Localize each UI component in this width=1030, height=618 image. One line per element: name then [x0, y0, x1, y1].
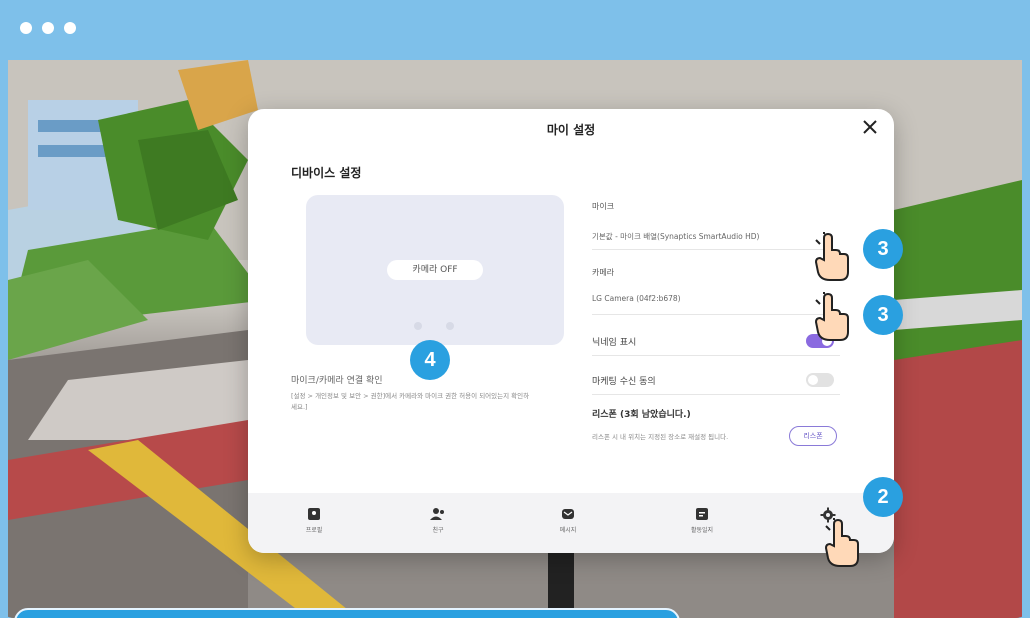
close-icon[interactable] — [862, 119, 878, 135]
connection-check-desc: [설정 > 개인정보 및 보안 > 권한]에서 카메라와 마이크 권한 허용이 … — [291, 392, 530, 411]
nav-label: 친구 — [432, 527, 444, 534]
caption-panel — [14, 608, 680, 618]
step-badge: 3 — [863, 295, 903, 335]
divider — [592, 249, 840, 250]
nav-profile[interactable]: 프로필 — [284, 507, 344, 534]
divider — [592, 314, 840, 315]
device-settings-title: 디바이스 설정 — [291, 166, 362, 180]
mic-camera-status-icon — [414, 322, 454, 330]
respawn-button[interactable]: 리스폰 — [789, 426, 837, 446]
nav-activity-log[interactable]: 활동일지 — [672, 507, 732, 534]
nav-label: 메시지 — [559, 527, 577, 534]
divider — [592, 394, 840, 395]
modal-title: 마이 설정 — [546, 123, 596, 137]
camera-select[interactable]: LG Camera (04f2:b678) — [592, 294, 681, 303]
window-dot — [20, 22, 32, 34]
step-badge: 2 — [863, 477, 903, 517]
pointer-hand-icon — [814, 232, 849, 281]
connection-check-title: 마이크/카메라 연결 확인 — [291, 376, 383, 386]
marketing-toggle[interactable] — [806, 373, 834, 387]
profile-icon — [308, 508, 320, 520]
pointer-hand-icon — [824, 518, 859, 567]
bottom-nav: 프로필 친구 메시지 활동일지 — [248, 493, 894, 553]
activity-log-icon — [696, 508, 708, 520]
nav-label: 활동일지 — [690, 527, 714, 534]
nav-label: 프로필 — [305, 527, 323, 534]
nav-friends[interactable]: 친구 — [408, 507, 468, 534]
message-icon — [562, 509, 574, 519]
divider — [592, 355, 840, 356]
step-badge: 4 — [410, 340, 450, 380]
nav-message[interactable]: 메시지 — [538, 507, 598, 534]
respawn-title: 리스폰 (3회 남았습니다.) — [592, 410, 691, 420]
camera-label: 카메라 — [592, 268, 615, 277]
pointer-hand-icon — [814, 292, 849, 341]
mic-label: 마이크 — [592, 202, 615, 211]
friends-icon — [430, 508, 444, 520]
marketing-toggle-label: 마케팅 수신 동의 — [592, 377, 656, 387]
camera-off-button[interactable]: 카메라 OFF — [387, 260, 483, 280]
mic-select[interactable]: 기본값 - 마이크 배열(Synaptics SmartAudio HD) — [592, 231, 759, 242]
app-window: 마이 설정 디바이스 설정 카메라 OFF 마이크/카메라 연결 확인 [설정 … — [0, 0, 1030, 618]
respawn-desc: 리스폰 시 내 위치는 지정된 장소로 재설정 됩니다. — [592, 433, 729, 441]
window-dot — [64, 22, 76, 34]
window-dot — [42, 22, 54, 34]
step-badge: 3 — [863, 229, 903, 269]
my-settings-modal: 마이 설정 디바이스 설정 카메라 OFF 마이크/카메라 연결 확인 [설정 … — [248, 109, 894, 553]
nickname-toggle-label: 닉네임 표시 — [592, 338, 637, 348]
